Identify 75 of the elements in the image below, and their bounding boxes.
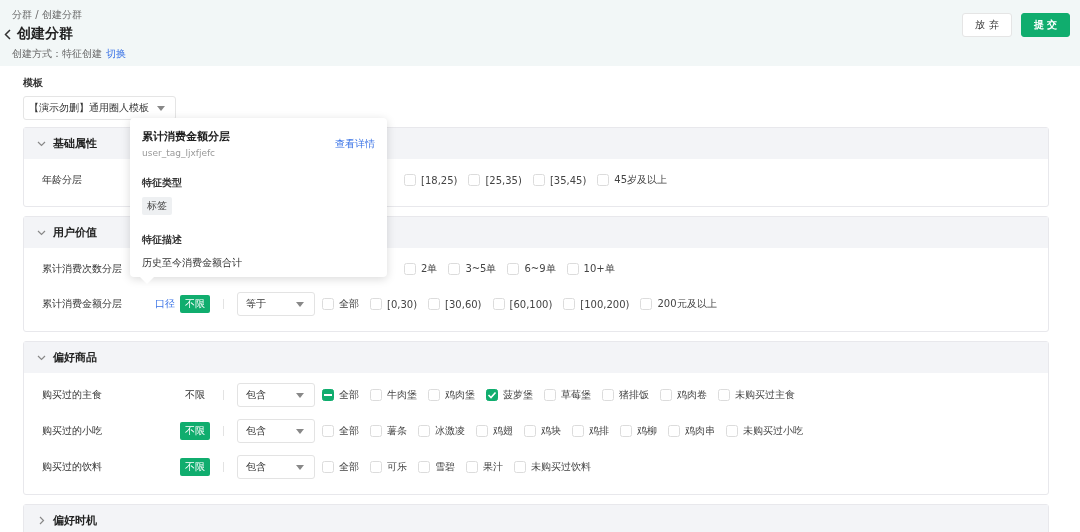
- description-heading: 特征描述: [142, 233, 182, 247]
- caret-icon: [296, 464, 304, 470]
- option-label: 3~5单: [465, 262, 497, 276]
- option-label: 全部: [339, 297, 359, 311]
- option-label: [35,45): [549, 174, 587, 186]
- feature-label: 购买过的小吃: [42, 424, 103, 438]
- feature-label: 年龄分层: [42, 173, 83, 187]
- option-label: 未购买过主食: [735, 388, 795, 402]
- type-tag: 标签: [142, 197, 172, 215]
- option-label: 45岁及以上: [614, 173, 668, 187]
- chevron-icon: [37, 516, 46, 525]
- breadcrumb: 分群 / 创建分群: [12, 8, 83, 22]
- caret-icon: [296, 428, 304, 434]
- option-label: [100,200): [580, 298, 630, 310]
- option-label: 菠萝堡: [503, 388, 533, 402]
- option-label: 2单: [421, 262, 438, 276]
- chevron-icon: [37, 228, 46, 237]
- option-label: 鸡肉堡: [445, 388, 475, 402]
- option-label: 可乐: [387, 460, 407, 474]
- checkbox[interactable]: [322, 389, 334, 401]
- definition-link[interactable]: 口径: [155, 297, 175, 311]
- feature-label: 购买过的主食: [42, 388, 103, 402]
- popover-title: 累计消费金额分层: [142, 129, 230, 144]
- operator-select[interactable]: 包含: [237, 455, 315, 479]
- option-label: 雪碧: [435, 460, 455, 474]
- option-label: 全部: [339, 424, 359, 438]
- option-label: 未购买过饮料: [531, 460, 591, 474]
- creation-method: 创建方式：特征创建: [12, 47, 102, 61]
- description-text: 历史至今消费金额合计: [142, 256, 242, 270]
- caret-icon: [296, 301, 304, 307]
- option-label: 鸡柳: [637, 424, 657, 438]
- option-label: 草莓堡: [561, 388, 591, 402]
- option-label: [0,30): [387, 298, 418, 310]
- option-label: 10+单: [583, 262, 615, 276]
- option-label: 鸡肉卷: [677, 388, 707, 402]
- operator-select[interactable]: 等于: [237, 292, 315, 316]
- discard-button[interactable]: 放 弃: [962, 13, 1012, 37]
- option-label: 全部: [339, 460, 359, 474]
- option-label: 果汁: [483, 460, 503, 474]
- section-header[interactable]: 偏好时机: [24, 505, 1048, 532]
- option-label: 牛肉堡: [387, 388, 417, 402]
- operator-select[interactable]: 包含: [237, 419, 315, 443]
- option-label: [25,35): [485, 174, 522, 186]
- feature-label: 购买过的饮料: [42, 460, 103, 474]
- feature-label: 累计消费次数分层: [42, 262, 123, 276]
- option-label: 鸡翅: [493, 424, 513, 438]
- option-label: 200元及以上: [657, 297, 717, 311]
- operator-select[interactable]: 包含: [237, 383, 315, 407]
- chevron-icon: [37, 353, 46, 362]
- checkbox[interactable]: [486, 389, 498, 401]
- option-label: 鸡排: [589, 424, 609, 438]
- option-label: 猪排饭: [619, 388, 649, 402]
- option-label: 全部: [339, 388, 359, 402]
- details-link[interactable]: 查看详情: [335, 136, 375, 151]
- page-title: 创建分群: [17, 25, 73, 43]
- option-label: 未购买过小吃: [743, 424, 803, 438]
- section-header[interactable]: 偏好商品: [24, 342, 1048, 373]
- option-label: [30,60): [445, 298, 482, 310]
- feature-label: 累计消费金额分层: [42, 297, 123, 311]
- option-label: [18,25): [421, 174, 458, 186]
- feature-code: user_tag_ljxfjefc: [142, 148, 217, 158]
- option-label: 薯条: [387, 424, 407, 438]
- caret-icon: [157, 105, 165, 111]
- back-icon[interactable]: [4, 28, 11, 40]
- option-label: 冰激凌: [435, 424, 465, 438]
- type-heading: 特征类型: [142, 176, 182, 190]
- unlimited-toggle[interactable]: 不限: [180, 386, 210, 404]
- caret-icon: [296, 392, 304, 398]
- template-label: 模板: [23, 76, 44, 90]
- option-label: 鸡肉串: [685, 424, 715, 438]
- option-label: [60,100): [509, 298, 553, 310]
- option-label: 6~9单: [524, 262, 556, 276]
- option-label: 鸡块: [541, 424, 561, 438]
- switch-link[interactable]: 切换: [106, 47, 126, 61]
- chevron-icon: [37, 139, 46, 148]
